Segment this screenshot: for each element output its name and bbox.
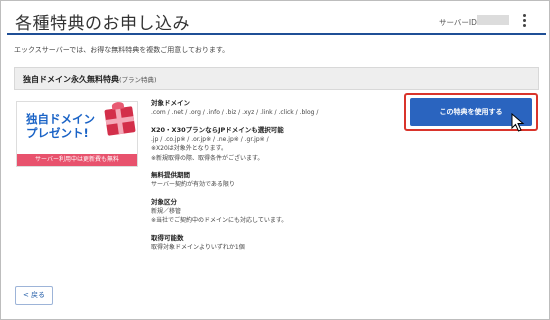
detail-text: 取得対象ドメインよりいずれか1個 (151, 243, 245, 251)
promo-banner: 独自ドメイン プレゼント! サーバー利用中は更新費も無料 (16, 101, 138, 167)
banner-headline-line2: プレゼント! (26, 126, 89, 140)
detail-text: ※新規取得の際、取得条件がございます。 (151, 154, 264, 162)
detail-text: .com / .net / .org / .info / .biz / .xyz… (151, 109, 319, 116)
banner-bar-text: サーバー利用中は更新費も無料 (17, 154, 137, 166)
detail-list: 対象ドメイン .com / .net / .org / .info / .biz… (151, 98, 396, 252)
detail-label: 無料提供期間 (151, 171, 190, 179)
detail-text: 新規／移管 (151, 207, 182, 215)
mouse-cursor-icon (511, 113, 525, 132)
detail-label: X20・X30プランならJPドメインも選択可能 (151, 125, 284, 134)
page-frame: 各種特典のお申し込み サーバーID エックスサーバーでは、お得な無料特典を複数ご… (0, 0, 550, 320)
intro-text: エックスサーバーでは、お得な無料特典を複数ご用意しております。 (14, 46, 230, 54)
kebab-menu-icon[interactable] (523, 14, 527, 28)
server-id-masked-value (477, 15, 509, 25)
gift-icon (104, 101, 136, 136)
page-header: 各種特典のお申し込み サーバーID (2, 2, 548, 36)
section-title-main: 独自ドメイン永久無料特典 (23, 75, 119, 84)
detail-text: サーバー契約が有効である限り (151, 181, 235, 188)
detail-group: 対象区分 新規／移管 ※当社でご契約中のドメインにも対応しています。 (151, 197, 396, 226)
detail-text: .jp / .co.jp※ / .or.jp※ / .ne.jp※ / .gr.… (151, 135, 269, 143)
detail-text: ※X20は対象外となります。 (151, 145, 227, 152)
section-header: 独自ドメイン永久無料特典(プラン特典) (14, 67, 539, 90)
banner-headline-line1: 独自ドメイン (26, 112, 95, 126)
detail-group: 取得可能数 取得対象ドメインよりいずれか1個 (151, 233, 396, 253)
detail-group: X20・X30プランならJPドメインも選択可能 .jp / .co.jp※ / … (151, 125, 396, 164)
section-subtitle: (プラン特典) (119, 76, 157, 84)
banner-headline: 独自ドメイン プレゼント! (26, 112, 106, 140)
back-button[interactable]: < 戻る (15, 286, 53, 305)
detail-label: 対象区分 (151, 197, 177, 206)
server-id-label: サーバーID (439, 18, 477, 27)
detail-text: ※当社でご契約中のドメインにも対応しています。 (151, 217, 288, 224)
header-divider (7, 33, 546, 35)
detail-label: 対象ドメイン (151, 99, 190, 107)
detail-label: 取得可能数 (151, 233, 184, 242)
section-title: 独自ドメイン永久無料特典(プラン特典) (23, 74, 157, 85)
page-title: 各種特典のお申し込み (15, 14, 190, 34)
detail-group: 対象ドメイン .com / .net / .org / .info / .biz… (151, 98, 396, 118)
detail-group: 無料提供期間 サーバー契約が有効である限り (151, 170, 396, 190)
